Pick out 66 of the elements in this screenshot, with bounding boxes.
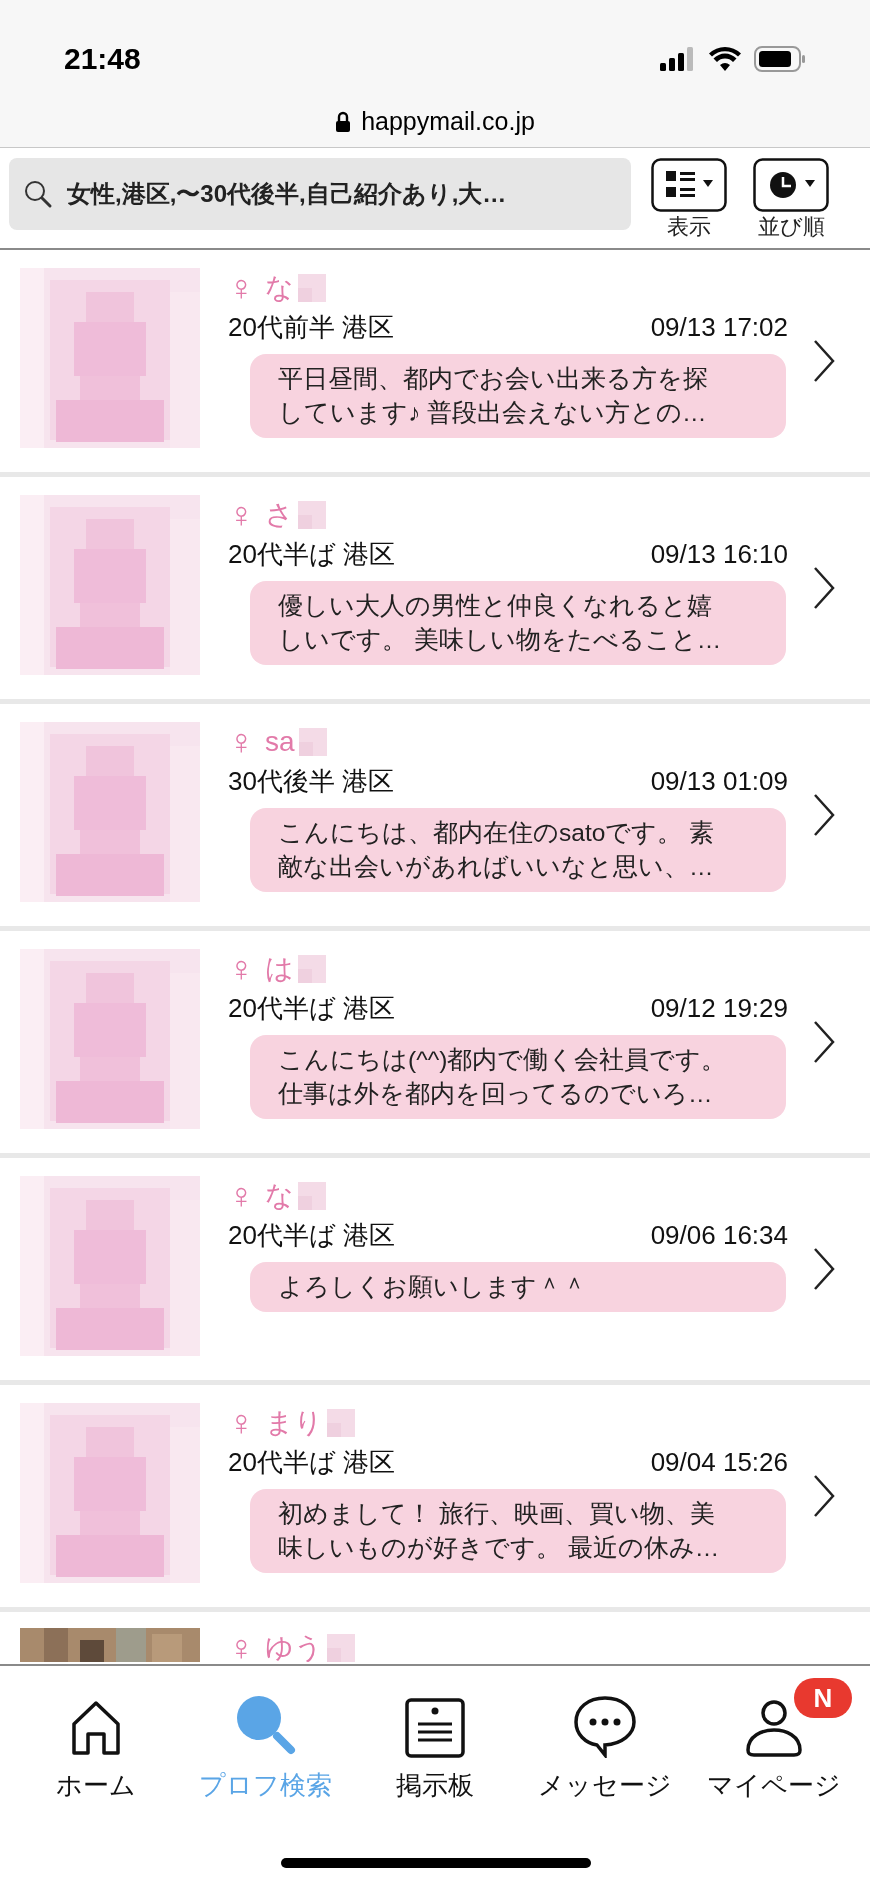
age-area-text: 20代半ば 港区 <box>228 1218 396 1252</box>
profile-row[interactable]: ♀ まり 20代半ば 港区 09/04 15:26 初めまして！ 旅行、映画、買い物、美 味しいものが好きです。 最近の休み… <box>0 1385 870 1612</box>
mypage-icon <box>744 1698 804 1758</box>
profile-row[interactable]: ♀ は 20代半ば 港区 09/12 19:29 こんにちは(^^)都内で働く会社員です。 仕事は外を都内を回ってるのでいろ… <box>0 931 870 1158</box>
chevron-right-icon <box>812 1019 836 1065</box>
gender-symbol: ♀ <box>228 497 255 533</box>
post-time: 09/04 15:26 <box>650 1445 788 1479</box>
age-area-text: 20代前半 港区 <box>228 310 395 344</box>
name-mosaic <box>298 955 326 983</box>
name-mosaic <box>327 1634 355 1662</box>
name-mosaic <box>298 1182 326 1210</box>
post-time: 09/13 16:10 <box>650 537 788 571</box>
profile-name: な <box>265 271 294 305</box>
wifi-icon <box>708 46 742 71</box>
message-bubble: 初めまして！ 旅行、映画、買い物、美 味しいものが好きです。 最近の休み… <box>250 1489 786 1573</box>
post-time: 09/13 01:09 <box>650 764 788 798</box>
lock-icon <box>335 110 352 133</box>
chevron-right-icon <box>812 565 836 611</box>
status-time: 21:48 <box>64 41 141 77</box>
age-area-text: 20代半ば 港区 <box>228 537 396 571</box>
name-mosaic <box>298 728 327 756</box>
search-field[interactable]: 女性,港区,〜30代後半,自己紹介あり,大… <box>9 158 631 230</box>
message-icon <box>572 1694 637 1758</box>
chevron-right-icon <box>812 792 836 838</box>
name-mosaic <box>298 274 326 302</box>
url-text: happymail.co.jp <box>361 106 535 137</box>
chevron-right-icon <box>812 1473 836 1519</box>
gender-symbol: ♀ <box>228 1405 255 1441</box>
battery-icon <box>754 45 806 72</box>
message-bubble: 平日昼間、都内でお会い出来る方を探 しています♪ 普段出会えない方との… <box>250 354 786 438</box>
profile-row[interactable]: ♀ さ 20代半ば 港区 09/13 16:10 優しい大人の男性と仲良くなれると嬉 しいです。 美味しい物をたべること… <box>0 477 870 704</box>
chevron-right-icon <box>812 1246 836 1292</box>
message-bubble: こんにちは(^^)都内で働く会社員です。 仕事は外を都内を回ってるのでいろ… <box>250 1035 786 1119</box>
post-time: 09/12 19:29 <box>650 991 788 1025</box>
search-icon <box>23 179 53 209</box>
board-tab[interactable]: 掲示板 <box>396 1688 474 1802</box>
board-icon <box>405 1698 465 1758</box>
gender-symbol: ♀ <box>228 1178 255 1214</box>
age-area-text: 20代半ば 港区 <box>228 991 396 1025</box>
profile-name: さ <box>265 498 294 532</box>
gender-symbol: ♀ <box>228 1630 255 1662</box>
profile-name: は <box>265 952 294 986</box>
profile-row[interactable]: ♀ な 20代半ば 港区 09/06 16:34 よろしくお願いします＾＾ <box>0 1158 870 1385</box>
age-area-text: 20代半ば 港区 <box>228 1445 396 1479</box>
profile-row[interactable]: ♀ な 20代前半 港区 09/13 17:02 平日昼間、都内でお会い出来る方を探 しています♪ 普段出会えない方との… <box>0 250 870 477</box>
message-tab[interactable]: メッセージ <box>537 1688 672 1802</box>
gender-symbol: ♀ <box>228 951 255 987</box>
profile-name: まり <box>265 1406 323 1440</box>
name-mosaic <box>327 1409 355 1437</box>
post-time: 09/13 17:02 <box>650 310 788 344</box>
post-time: 09/06 16:34 <box>650 1218 788 1252</box>
message-bubble: よろしくお願いします＾＾ <box>250 1262 786 1312</box>
message-bubble: 優しい大人の男性と仲良くなれると嬉 しいです。 美味しい物をたべること… <box>250 581 786 665</box>
signal-icon <box>660 46 696 71</box>
notification-badge: N <box>794 1678 852 1718</box>
gender-symbol: ♀ <box>228 270 255 306</box>
chevron-right-icon <box>812 338 836 384</box>
profile-name: ゆう <box>265 1631 323 1662</box>
profile-name: sa <box>265 725 295 759</box>
gender-symbol: ♀ <box>228 724 255 760</box>
profile-row[interactable]: ♀ sa 30代後半 港区 09/13 01:09 こんにちは、都内在住のsatoです。 素 敵な出会いがあればいいなと思い、… <box>0 704 870 931</box>
age-area-text: 30代後半 港区 <box>228 764 395 798</box>
home-tab[interactable]: ホーム <box>56 1688 136 1802</box>
message-bubble: こんにちは、都内在住のsatoです。 素 敵な出会いがあればいいなと思い、… <box>250 808 786 892</box>
profile-name: な <box>265 1179 294 1213</box>
name-mosaic <box>298 501 326 529</box>
